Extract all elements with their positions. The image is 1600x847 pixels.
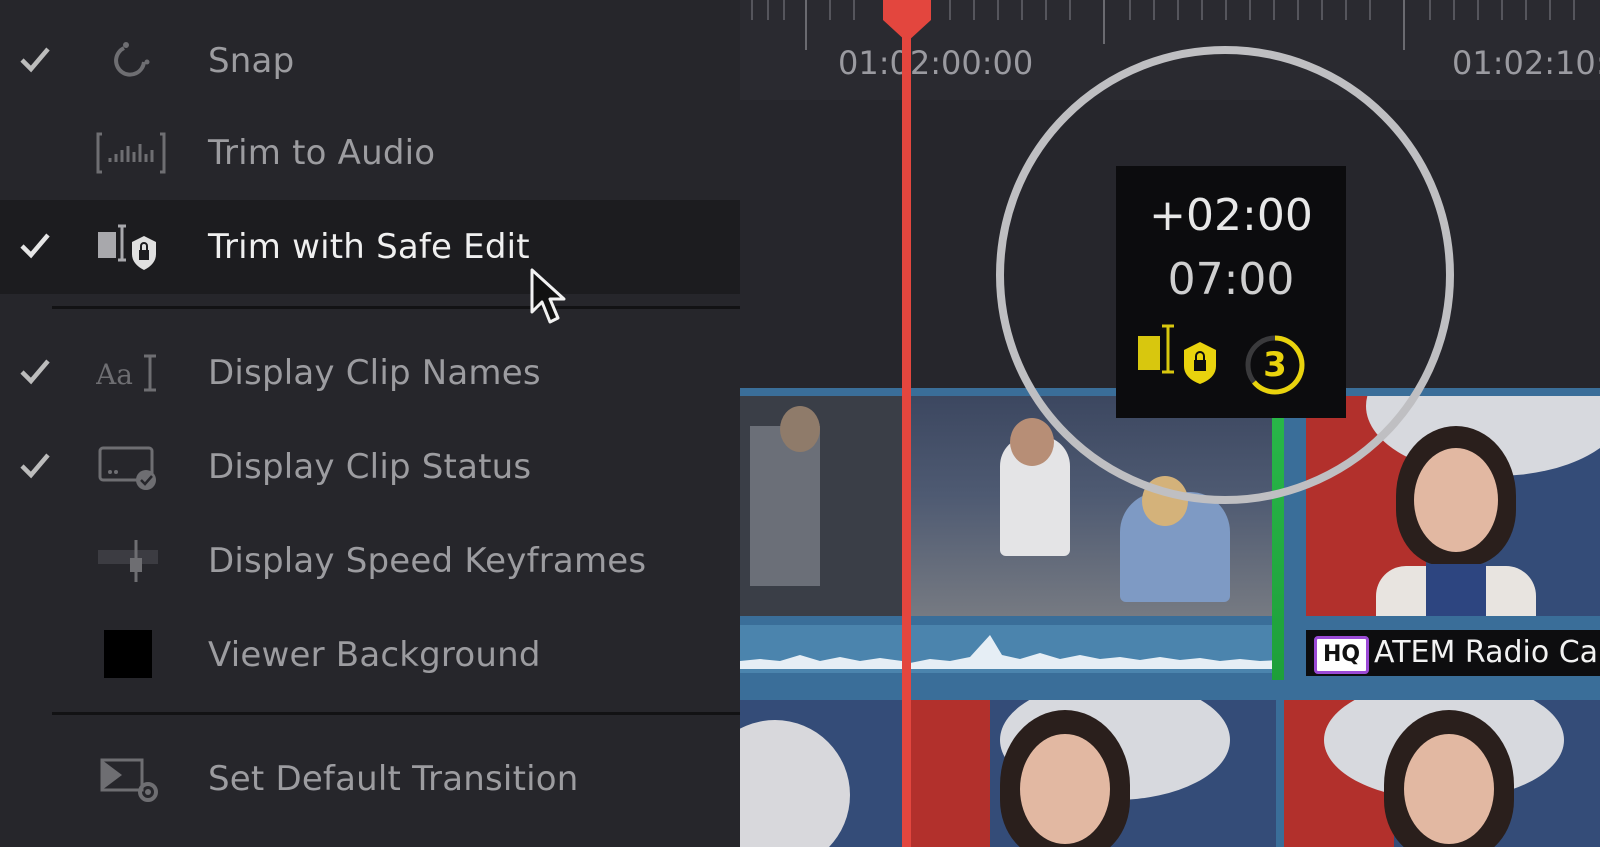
timeline-panel[interactable]: 01:02:00:00 01:02:10: HQ ATEM Radio Ca +… (740, 0, 1600, 847)
black-swatch-icon (104, 630, 152, 678)
screenshot-frame: Snap Trim to Audio Trim with Safe Edit A… (0, 0, 1600, 847)
video-clip-thumbnail[interactable] (1284, 700, 1600, 847)
menu-item-label: Trim with Safe Edit (208, 227, 530, 267)
audio-waveform[interactable] (740, 625, 1280, 673)
clip-name-plate: HQ ATEM Radio Cam (1306, 630, 1600, 676)
video-clip-thumbnail[interactable] (740, 700, 902, 847)
hq-badge: HQ (1314, 636, 1370, 674)
menu-item-display-clip-status[interactable]: Display Clip Status (0, 420, 740, 514)
magnifier-circle (996, 46, 1454, 504)
menu-separator (52, 712, 740, 715)
text-aa-icon: Aa (96, 354, 156, 392)
clip-status-icon (98, 446, 156, 490)
checkmark-icon (20, 453, 50, 479)
snap-magnet-icon (114, 42, 150, 77)
speed-keyframe-icon (98, 540, 158, 582)
menu-item-display-speed-keyframes[interactable]: Display Speed Keyframes (0, 514, 740, 608)
checkmark-icon (20, 359, 50, 385)
timecode-label: 01:02:00:00 (838, 44, 1034, 82)
svg-text:Aa: Aa (96, 358, 133, 391)
transition-gear-icon (100, 758, 158, 802)
video-clip-thumbnail[interactable] (740, 396, 902, 616)
menu-item-trim-to-audio[interactable]: Trim to Audio (0, 106, 740, 200)
menu-item-set-default-transition[interactable]: Set Default Transition (0, 732, 740, 826)
menu-item-label: Set Default Transition (208, 759, 579, 799)
ruler-ticks (751, 0, 1575, 50)
playhead-marker-icon[interactable] (879, 0, 935, 44)
safe-edit-shield-icon (98, 224, 156, 270)
menu-separator (52, 306, 740, 309)
menu-item-viewer-background[interactable]: Viewer Background (0, 608, 740, 702)
menu-item-label: Display Clip Status (208, 447, 532, 487)
checkmark-icon (20, 47, 50, 73)
playhead-line[interactable] (902, 0, 911, 847)
video-clip-thumbnail[interactable] (910, 700, 1276, 847)
menu-item-label: Display Clip Names (208, 353, 541, 393)
menu-item-label: Trim to Audio (208, 133, 436, 173)
audio-waveform-icon (96, 132, 166, 174)
menu-item-label: Snap (208, 41, 295, 81)
timecode-label: 01:02:10: (1452, 44, 1600, 82)
clip-name: ATEM Radio Cam (1374, 635, 1600, 670)
menu-item-label: Display Speed Keyframes (208, 541, 647, 581)
menu-item-trim-with-safe-edit[interactable]: Trim with Safe Edit (0, 200, 740, 294)
timeline-view-options-menu: Snap Trim to Audio Trim with Safe Edit A… (0, 0, 740, 847)
mouse-pointer-icon (530, 268, 566, 324)
menu-item-snap[interactable]: Snap (0, 14, 740, 108)
menu-item-label: Viewer Background (208, 635, 541, 675)
checkmark-icon (20, 233, 50, 259)
menu-item-display-clip-names[interactable]: Aa Display Clip Names (0, 326, 740, 420)
